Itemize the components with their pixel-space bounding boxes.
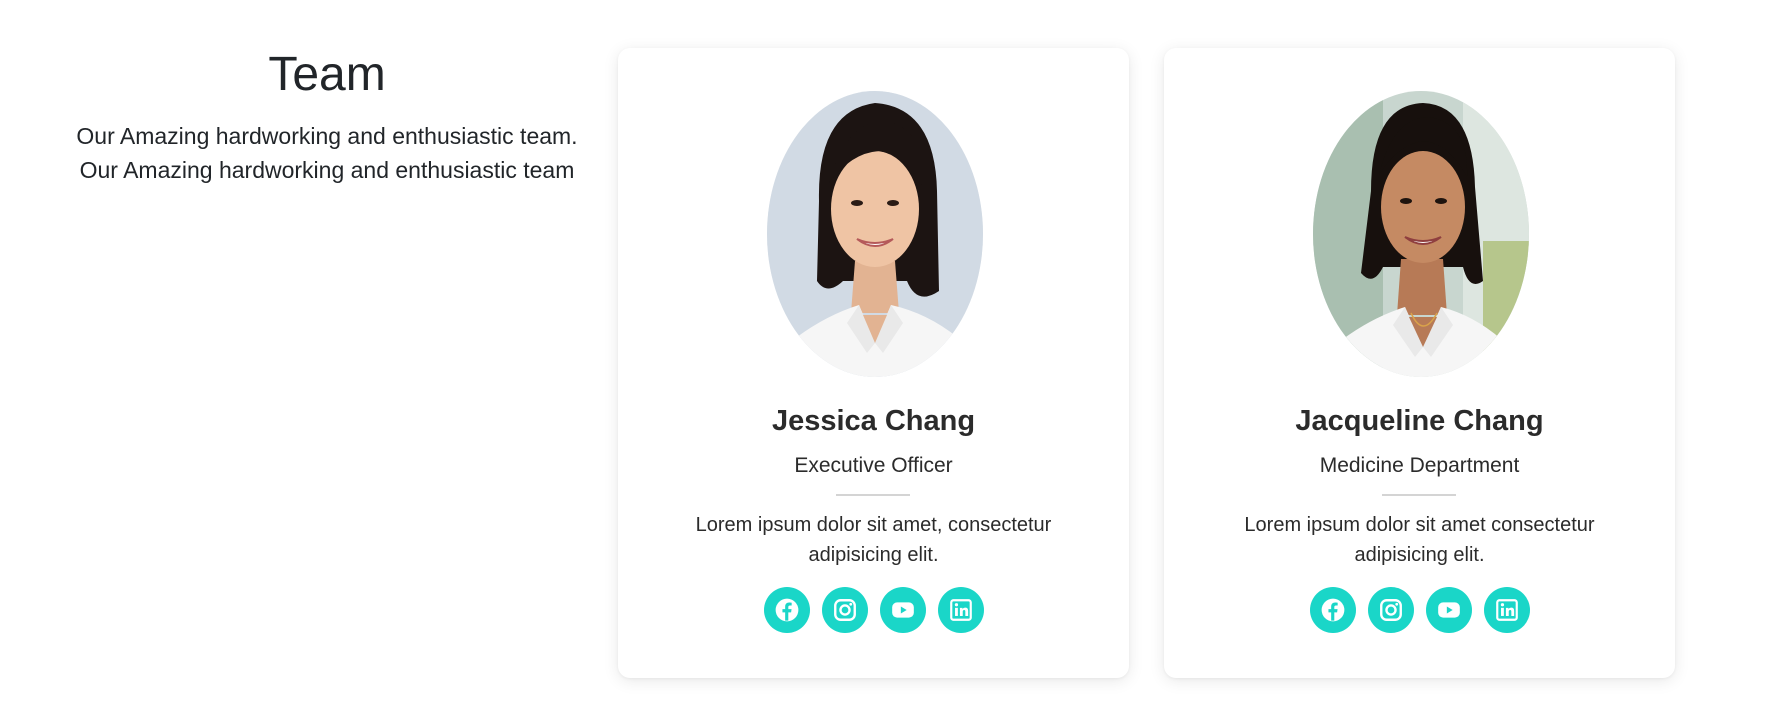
divider xyxy=(1382,494,1456,496)
social-links xyxy=(1164,587,1675,633)
instagram-icon xyxy=(833,599,856,621)
linkedin-button[interactable] xyxy=(937,587,984,633)
member-name: Jacqueline Chang xyxy=(1295,405,1544,437)
instagram-button[interactable] xyxy=(821,587,868,633)
team-description-line-2: Our Amazing hardworking and enthusiastic… xyxy=(79,157,575,183)
divider xyxy=(836,494,910,496)
member-description: Lorem ipsum dolor sit amet, consectetur … xyxy=(678,510,1069,570)
youtube-icon xyxy=(1437,602,1460,618)
member-photo xyxy=(1313,91,1529,377)
member-photo xyxy=(767,91,983,377)
team-member-card: Jessica Chang Executive Officer Lorem ip… xyxy=(618,48,1129,678)
team-description-line-1: Our Amazing hardworking and enthusiastic… xyxy=(76,123,578,149)
member-role: Medicine Department xyxy=(1319,454,1520,477)
facebook-button[interactable] xyxy=(1309,587,1356,633)
team-intro: Team Our Amazing hardworking and enthusi… xyxy=(72,46,582,187)
linkedin-icon xyxy=(1495,599,1518,621)
portrait-photo-icon xyxy=(767,91,983,377)
team-member-card: Jacqueline Chang Medicine Department Lor… xyxy=(1164,48,1675,678)
team-description: Our Amazing hardworking and enthusiastic… xyxy=(72,119,582,187)
member-description-line-2: adipisicing elit. xyxy=(1354,544,1485,566)
youtube-button[interactable] xyxy=(1425,587,1472,633)
member-description: Lorem ipsum dolor sit amet consectetur a… xyxy=(1224,510,1615,570)
facebook-icon xyxy=(1321,598,1344,622)
member-role: Executive Officer xyxy=(794,454,953,477)
youtube-button[interactable] xyxy=(879,587,926,633)
team-heading: Team xyxy=(268,48,386,101)
youtube-icon xyxy=(891,602,914,618)
instagram-icon xyxy=(1379,599,1402,621)
facebook-icon xyxy=(775,598,798,622)
instagram-button[interactable] xyxy=(1367,587,1414,633)
member-description-line-2: adipisicing elit. xyxy=(808,544,939,566)
social-links xyxy=(618,587,1129,633)
linkedin-icon xyxy=(949,599,972,621)
member-name: Jessica Chang xyxy=(771,405,976,437)
portrait-photo-icon xyxy=(1313,91,1529,377)
facebook-button[interactable] xyxy=(763,587,810,633)
member-description-line-1: Lorem ipsum dolor sit amet, consectetur xyxy=(695,514,1052,536)
member-description-line-1: Lorem ipsum dolor sit amet consectetur xyxy=(1244,514,1595,536)
linkedin-button[interactable] xyxy=(1483,587,1530,633)
